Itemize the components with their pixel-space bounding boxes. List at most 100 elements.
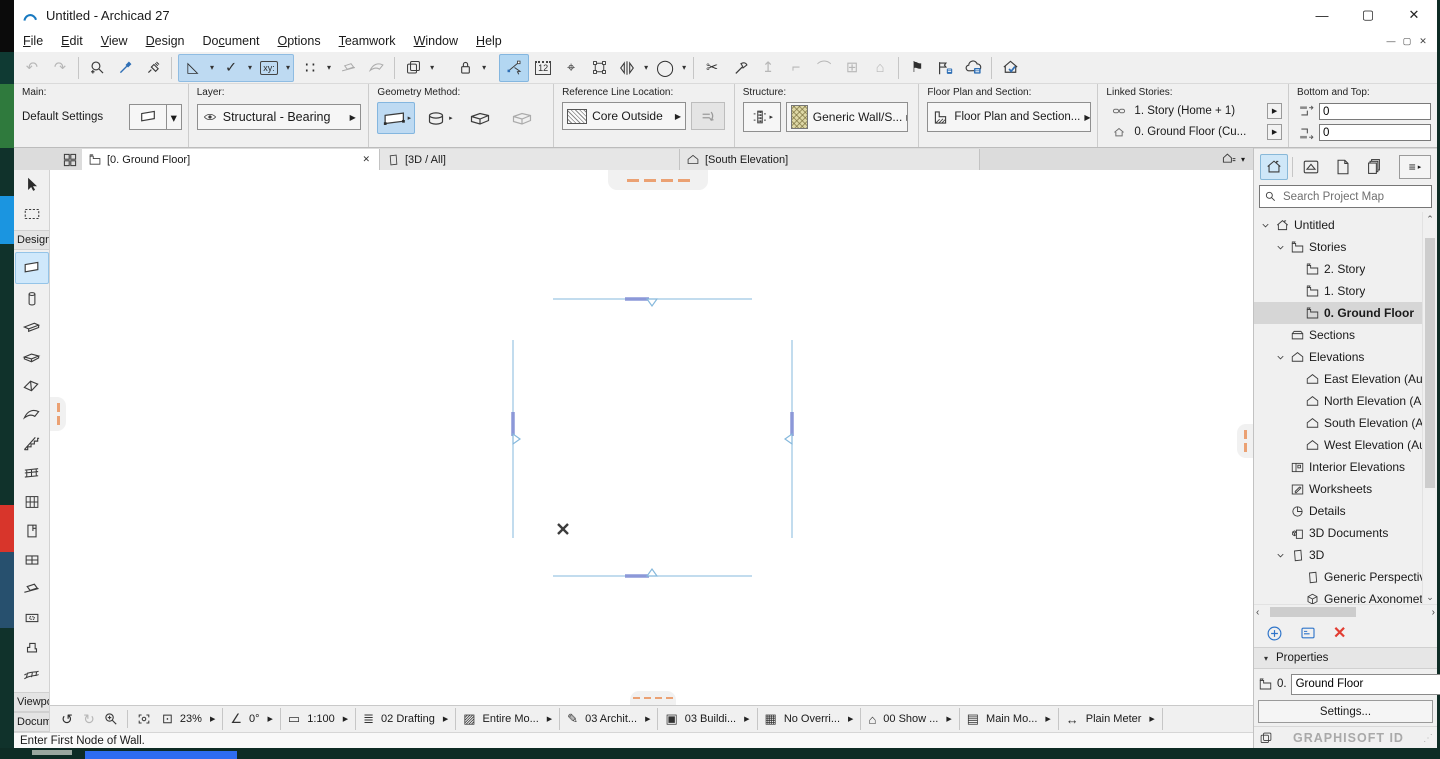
- chevron-down-icon[interactable]: [1273, 242, 1287, 253]
- close-button[interactable]: ✕: [1391, 0, 1437, 30]
- tab-close-icon[interactable]: ✕: [359, 154, 373, 165]
- tree-item-south-elevation-au[interactable]: South Elevation (Au: [1254, 412, 1423, 434]
- taskbar-item[interactable]: [85, 751, 237, 759]
- railing-tool[interactable]: [17, 458, 47, 487]
- geometry-method-rectangle-button[interactable]: [503, 102, 541, 134]
- roof-tool[interactable]: [17, 371, 47, 400]
- scroll-left-icon[interactable]: ‹: [1256, 605, 1259, 619]
- tree-item-worksheets[interactable]: Worksheets: [1254, 478, 1423, 500]
- tree-item-1-story[interactable]: 1. Story: [1254, 280, 1423, 302]
- mark-up-flag-icon[interactable]: ⚑: [903, 55, 931, 81]
- search-box[interactable]: [1259, 185, 1432, 208]
- zoom-level-selector[interactable]: ⊡23%▶: [155, 708, 223, 730]
- trim-icon[interactable]: ✂: [698, 55, 726, 81]
- stair-tool[interactable]: [17, 429, 47, 458]
- guide-line-handle-bottom[interactable]: [630, 691, 676, 705]
- vertical-scrollbar[interactable]: ⌃ ⌄: [1422, 212, 1437, 604]
- menu-file[interactable]: File: [14, 32, 52, 50]
- next-view-icon[interactable]: ↻: [78, 708, 100, 730]
- lock-dropdown[interactable]: ▾: [479, 63, 489, 72]
- renovation-filter-selector[interactable]: ⌂00 Show ...▶: [861, 708, 959, 730]
- bottom-link-flyout[interactable]: ▶: [1267, 124, 1282, 140]
- document-minimize-button[interactable]: —: [1383, 33, 1399, 49]
- menu-document[interactable]: Document: [194, 32, 269, 50]
- modify-roof-icon[interactable]: ⌂: [866, 55, 894, 81]
- fillet-chamfer-icon[interactable]: ⌒: [810, 55, 838, 81]
- skylight-tool[interactable]: [17, 574, 47, 603]
- arc-circle-icon[interactable]: ◯: [651, 55, 679, 81]
- snap-points-dropdown[interactable]: ▾: [245, 63, 255, 72]
- tree-item-3d-documents[interactable]: 3D Documents: [1254, 522, 1423, 544]
- menu-options[interactable]: Options: [269, 32, 330, 50]
- document-close-button[interactable]: ✕: [1415, 33, 1431, 49]
- adjust-icon[interactable]: ↥: [754, 55, 782, 81]
- view-map-icon[interactable]: [1297, 154, 1325, 180]
- orientation-selector[interactable]: ∠0°▶: [223, 708, 281, 730]
- energy-evaluation-icon[interactable]: [996, 55, 1024, 81]
- scale-selector[interactable]: ▭1:100▶: [281, 708, 356, 730]
- viewpoint-settings-icon[interactable]: [1299, 625, 1317, 641]
- scroll-up-icon[interactable]: ⌃: [1423, 212, 1437, 226]
- tree-item-untitled[interactable]: Untitled: [1254, 214, 1423, 236]
- resize-icon[interactable]: ⊞: [838, 55, 866, 81]
- toolbox-viewpoints-header[interactable]: Viewpoi: [14, 692, 49, 712]
- resize-grip-icon[interactable]: ⋰: [1423, 733, 1433, 744]
- guide-line-handle-left[interactable]: [50, 397, 66, 431]
- building-material-selector[interactable]: Generic Wall/S... ▶: [786, 102, 908, 132]
- dimensioning-selector[interactable]: ↔Plain Meter▶: [1059, 708, 1163, 730]
- guide-lines-dropdown[interactable]: ▾: [207, 63, 217, 72]
- model-view-options-selector[interactable]: ▨Entire Mo...▶: [456, 708, 560, 730]
- tab-overview-button[interactable]: [58, 149, 82, 170]
- top-offset-input[interactable]: [1319, 103, 1431, 120]
- navigator-menu-button[interactable]: ≡▸: [1399, 155, 1431, 179]
- measure-icon[interactable]: 12: [529, 55, 557, 81]
- mesh-tool[interactable]: [17, 661, 47, 690]
- floor-plan-canvas[interactable]: [50, 170, 1253, 705]
- layer-selector[interactable]: Structural - Bearing ▶: [197, 104, 361, 130]
- previous-view-icon[interactable]: ↺: [56, 708, 78, 730]
- menu-view[interactable]: View: [92, 32, 137, 50]
- coordinates-dropdown[interactable]: ▾: [283, 63, 293, 72]
- redo-icon[interactable]: ↷: [46, 55, 74, 81]
- coordinates-icon[interactable]: xy:: [255, 56, 283, 80]
- menu-teamwork[interactable]: Teamwork: [330, 32, 405, 50]
- guide-lines-icon[interactable]: ◺: [179, 56, 207, 80]
- arc-circle-dropdown[interactable]: ▾: [679, 63, 689, 72]
- graphic-overrides-selector[interactable]: ▦No Overri...▶: [758, 708, 862, 730]
- wall-settings-dropdown[interactable]: ▾: [167, 104, 182, 130]
- menu-design[interactable]: Design: [137, 32, 194, 50]
- add-viewpoint-icon[interactable]: [1266, 625, 1283, 642]
- lock-icon[interactable]: [451, 55, 479, 81]
- layer-combination-selector[interactable]: ≣02 Drafting▶: [356, 708, 456, 730]
- wall-tool[interactable]: [15, 252, 49, 284]
- flip-reference-line-button[interactable]: [691, 102, 725, 130]
- column-tool[interactable]: [17, 284, 47, 313]
- opening-tool[interactable]: [17, 603, 47, 632]
- tab-south-elevation[interactable]: [South Elevation]: [680, 149, 980, 170]
- toolbox-design-header[interactable]: Design: [14, 230, 49, 250]
- edit-selection-set-icon[interactable]: [585, 55, 613, 81]
- object-tool[interactable]: [17, 632, 47, 661]
- pick-up-parameters-icon[interactable]: [111, 55, 139, 81]
- tree-item-generic-axonometr[interactable]: Generic Axonometr: [1254, 588, 1423, 604]
- rotated-view-icon[interactable]: [362, 55, 390, 81]
- rotated-grid-icon[interactable]: [334, 55, 362, 81]
- tree-item-3d[interactable]: 3D: [1254, 544, 1423, 566]
- intersect-icon[interactable]: ⌐: [782, 55, 810, 81]
- zoom-in-icon[interactable]: [100, 708, 122, 730]
- mark-up-tools-icon[interactable]: [931, 55, 959, 81]
- menu-edit[interactable]: Edit: [52, 32, 92, 50]
- tree-item-east-elevation-auto[interactable]: East Elevation (Auto: [1254, 368, 1423, 390]
- reference-line-selector[interactable]: Core Outside ▶: [562, 102, 686, 130]
- horizontal-scrollbar[interactable]: ‹ ›: [1254, 604, 1437, 619]
- split-icon[interactable]: [726, 55, 754, 81]
- arrow-tool[interactable]: [17, 170, 47, 199]
- tree-item-west-elevation-aut[interactable]: West Elevation (Aut: [1254, 434, 1423, 456]
- tree-item-0-ground-floor[interactable]: 0. Ground Floor: [1254, 302, 1423, 324]
- trace-reference-dropdown[interactable]: ▾: [427, 63, 437, 72]
- properties-collapse-icon[interactable]: ▾: [1264, 654, 1268, 663]
- beam-tool[interactable]: [17, 313, 47, 342]
- undo-icon[interactable]: ↶: [18, 55, 46, 81]
- graphisoft-id-label[interactable]: GRAPHISOFT ID: [1274, 731, 1423, 745]
- zoom-to-selection-icon[interactable]: [83, 55, 111, 81]
